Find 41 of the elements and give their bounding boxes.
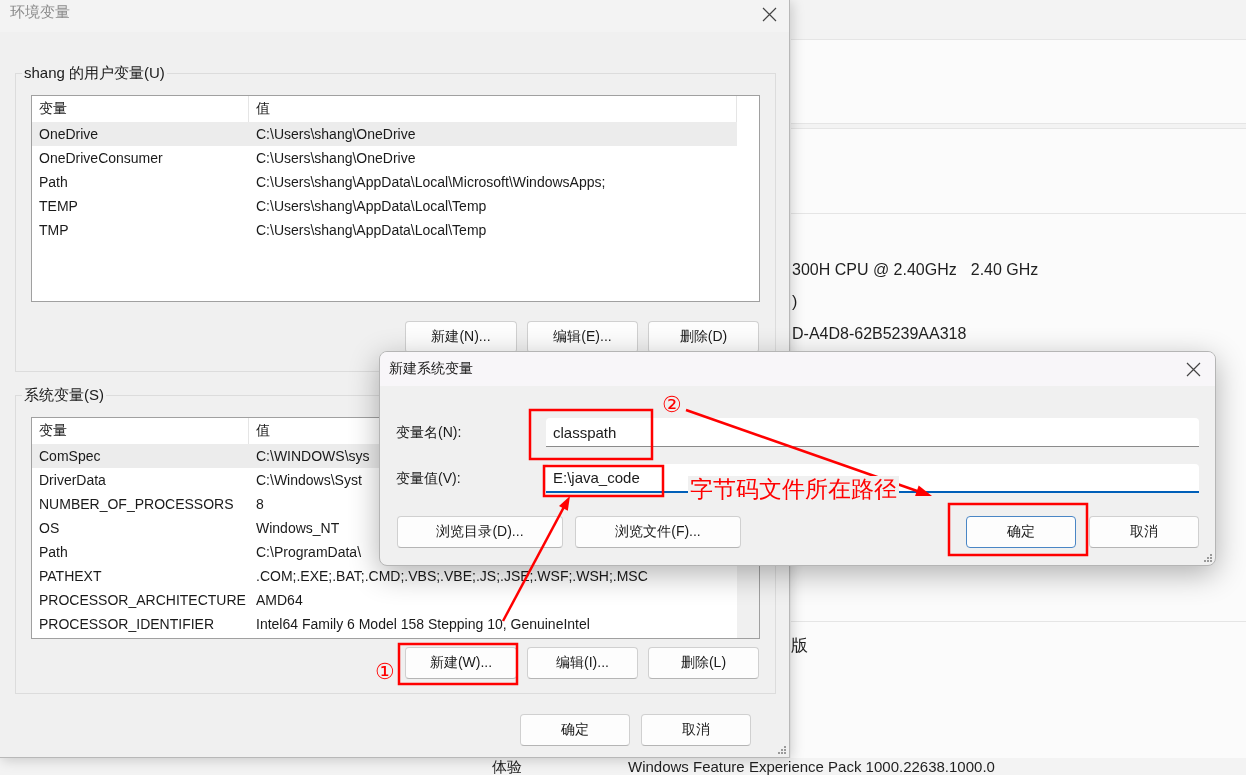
variable-name: NUMBER_OF_PROCESSORS <box>39 496 234 512</box>
window-title: 新建系统变量 <box>389 360 473 378</box>
spec-text: ) <box>792 293 798 311</box>
variable-name: Path <box>39 174 68 190</box>
field-label: 变量名(N): <box>396 423 463 442</box>
annotation-note: 字节码文件所在路径 <box>688 476 899 502</box>
variable-value: Windows_NT <box>256 520 340 536</box>
variable-name: OneDriveConsumer <box>39 150 163 166</box>
step-number: ② <box>662 393 682 417</box>
experience-label: 体验 <box>492 758 523 775</box>
variable-value: C:\WINDOWS\sys <box>256 448 370 464</box>
spec-text: 300H CPU @ 2.40GHz <box>792 261 957 279</box>
variable-name: PROCESSOR_ARCHITECTURE <box>39 592 246 608</box>
variable-value: C:\ProgramData\ <box>256 544 362 560</box>
variable-value: C:\Users\shang\AppData\Local\Temp <box>256 198 487 214</box>
variable-name: OneDrive <box>39 126 99 142</box>
spec-text: D-A4D8-62B5239AA318 <box>792 325 967 343</box>
variable-value: AMD64 <box>256 592 303 608</box>
variable-name: TEMP <box>39 198 78 214</box>
group-label: 系统变量(S) <box>23 386 105 404</box>
variable-value: C:\Users\shang\AppData\Local\Temp <box>256 222 487 238</box>
step-number: ① <box>375 660 395 684</box>
variable-value: C:\Users\shang\AppData\Local\Microsoft\WindowsApps; <box>256 174 606 190</box>
variable-name: DriverData <box>39 472 106 488</box>
variable-name: TMP <box>39 222 69 238</box>
group-label: shang 的用户变量(U) <box>23 64 166 82</box>
variable-value: 8 <box>256 496 264 512</box>
experience-value: Windows Feature Experience Pack 1000.22638.1000.0 <box>628 758 995 775</box>
variable-name: Path <box>39 544 68 560</box>
variable-name: PATHEXT <box>39 568 102 584</box>
variable-name: PROCESSOR_IDENTIFIER <box>39 616 215 632</box>
field-label: 变量值(V): <box>396 469 462 488</box>
variable-value: C:\Windows\Syst <box>256 472 362 488</box>
variable-name: OS <box>39 520 60 536</box>
edition-text: 版 <box>791 635 808 657</box>
variable-value: Intel64 Family 6 Model 158 Stepping 10, GenuineIntel <box>256 616 590 632</box>
variable-value: C:\Users\shang\OneDrive <box>256 126 416 142</box>
variable-value: C:\Users\shang\OneDrive <box>256 150 416 166</box>
spec-text: 2.40 GHz <box>970 261 1039 279</box>
variable-name: ComSpec <box>39 448 101 464</box>
window-title: 环境变量 <box>10 3 70 21</box>
